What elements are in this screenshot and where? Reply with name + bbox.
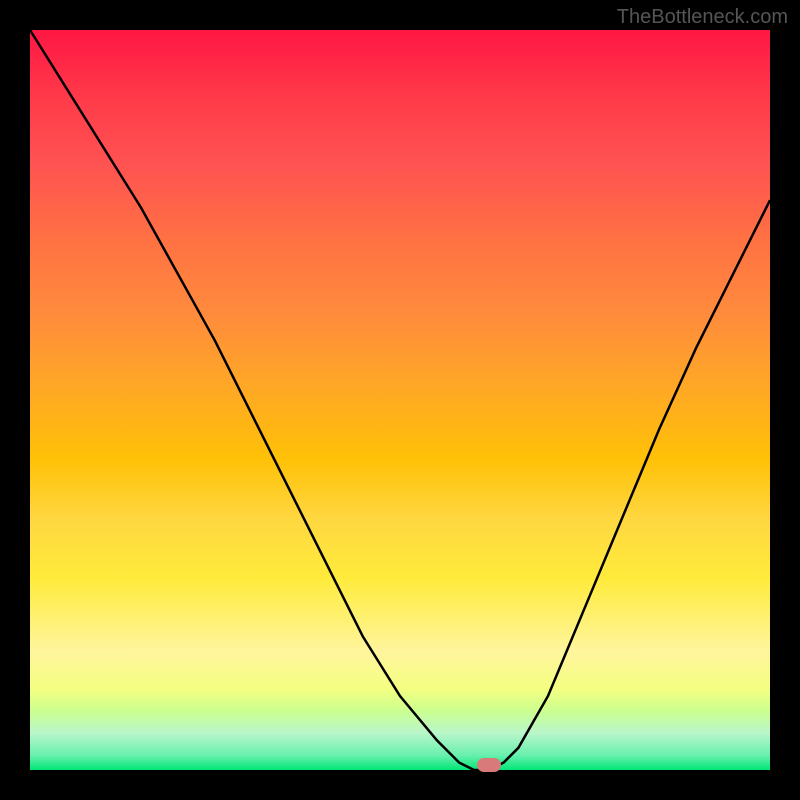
chart-container: TheBottleneck.com (0, 0, 800, 800)
bottleneck-curve (30, 30, 770, 770)
optimum-marker (477, 758, 501, 772)
watermark-text: TheBottleneck.com (617, 6, 788, 29)
